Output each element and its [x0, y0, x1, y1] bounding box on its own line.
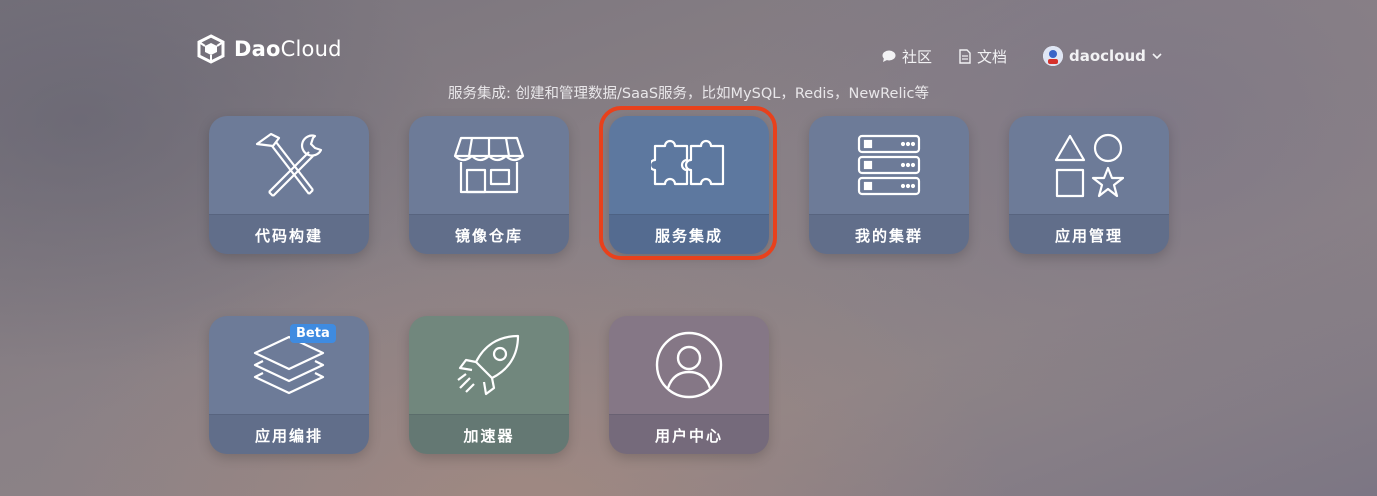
- avatar: [1043, 46, 1063, 66]
- chevron-down-icon: [1152, 53, 1162, 60]
- layers-icon: [253, 335, 325, 395]
- rocket-icon: [457, 334, 520, 396]
- tile-label: 应用管理: [1009, 214, 1169, 254]
- tile-label: 加速器: [409, 414, 569, 454]
- nav-community-label: 社区: [902, 48, 933, 66]
- tile-app-management[interactable]: 应用管理: [1009, 116, 1169, 254]
- shapes-icon: [1054, 133, 1124, 198]
- nav-docs[interactable]: 文档: [959, 46, 1007, 67]
- tile-label: 代码构建: [209, 214, 369, 254]
- user-name: daocloud: [1069, 47, 1146, 65]
- tile-app-orchestration[interactable]: 应用编排: [209, 316, 369, 454]
- tile-accelerator[interactable]: 加速器: [409, 316, 569, 454]
- user-icon: [655, 331, 723, 399]
- tile-label: 镜像仓库: [409, 214, 569, 254]
- document-icon: [959, 49, 971, 64]
- tile-label: 用户中心: [609, 414, 769, 454]
- user-avatar-icon: [1043, 46, 1063, 66]
- logo-text: DaoCloud: [234, 37, 342, 61]
- server-icon: [857, 134, 921, 196]
- chat-bubble-icon: [882, 50, 896, 62]
- beta-badge: Beta: [290, 324, 336, 343]
- store-icon: [453, 136, 525, 194]
- nav-docs-label: 文档: [977, 48, 1008, 66]
- daocloud-logo[interactable]: DaoCloud: [196, 34, 342, 64]
- tile-code-build[interactable]: 代码构建: [209, 116, 369, 254]
- page-subtitle: 服务集成: 创建和管理数据/SaaS服务，比如MySQL，Redis，NewRe…: [448, 86, 929, 102]
- tile-image-registry[interactable]: 镜像仓库: [409, 116, 569, 254]
- user-menu[interactable]: daocloud: [1043, 46, 1162, 66]
- cube-logo-icon: [197, 34, 225, 64]
- tile-my-clusters[interactable]: 我的集群: [809, 116, 969, 254]
- tools-icon: [255, 132, 323, 197]
- tile-label: 我的集群: [809, 214, 969, 254]
- tile-label: 应用编排: [209, 414, 369, 454]
- tile-user-center[interactable]: 用户中心: [609, 316, 769, 454]
- nav-community[interactable]: 社区: [882, 46, 932, 67]
- selection-highlight: [599, 106, 777, 260]
